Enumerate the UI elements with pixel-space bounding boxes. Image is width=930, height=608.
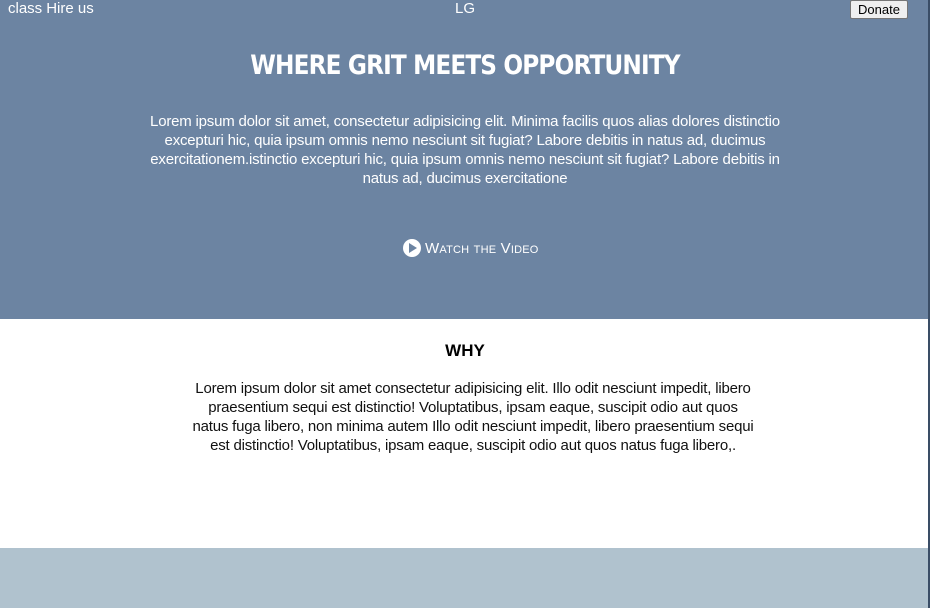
why-section: WHY Lorem ipsum dolor sit amet consectet… bbox=[0, 319, 930, 548]
why-title: WHY bbox=[445, 341, 485, 360]
watch-video-link[interactable]: Watch the Video bbox=[403, 239, 539, 257]
nav-item-class[interactable]: class bbox=[8, 0, 42, 17]
footer-band bbox=[0, 548, 930, 608]
hero-description: Lorem ipsum dolor sit amet, consectetur … bbox=[150, 113, 780, 187]
nav-item-hire-us[interactable]: Hire us bbox=[46, 0, 94, 17]
why-description: Lorem ipsum dolor sit amet consectetur a… bbox=[192, 380, 754, 454]
hero-section: class Hire us LG Donate WHERE GRIT MEETS… bbox=[0, 0, 930, 319]
logo[interactable]: LG bbox=[455, 0, 475, 17]
play-circle-icon bbox=[403, 239, 421, 257]
hero-title: WHERE GRIT MEETS OPPORTUNITY bbox=[250, 50, 680, 81]
top-nav: class Hire us bbox=[8, 0, 94, 17]
watch-video-label: Watch the Video bbox=[425, 239, 539, 257]
donate-button[interactable]: Donate bbox=[850, 0, 908, 19]
